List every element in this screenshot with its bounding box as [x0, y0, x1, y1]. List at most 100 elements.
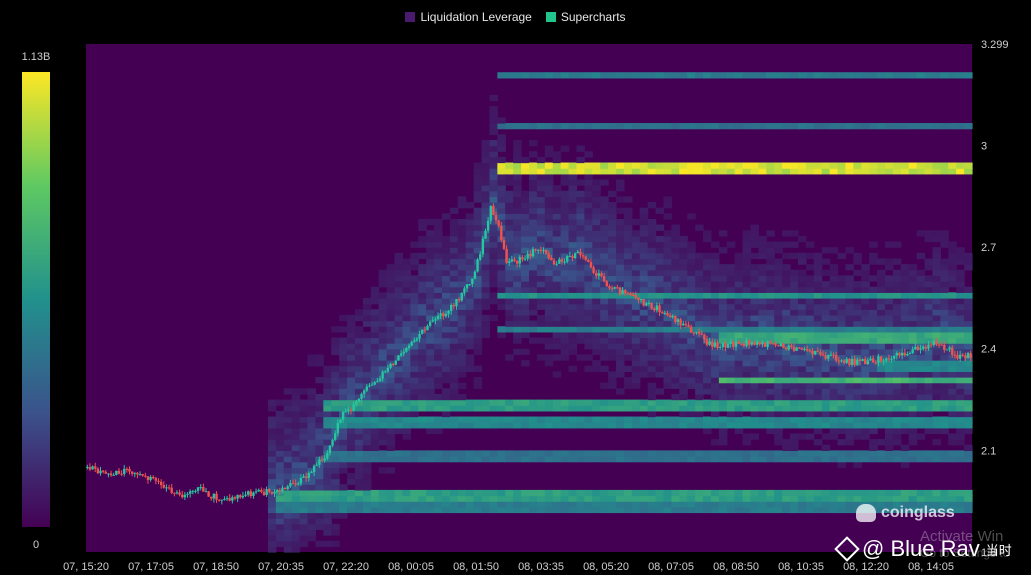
- heatmap-cell: [647, 123, 657, 130]
- heatmap-cell: [687, 162, 696, 169]
- heatmap-cell: [616, 230, 625, 237]
- heatmap-cell: [940, 489, 949, 497]
- heatmap-cell: [331, 388, 340, 395]
- heatmap-cell: [544, 202, 554, 209]
- legend-item-liquidation-leverage[interactable]: Liquidation Leverage: [405, 10, 532, 24]
- heatmap-cell: [703, 252, 712, 260]
- candle-body: [212, 493, 216, 499]
- heatmap-cell: [718, 360, 728, 367]
- heatmap-cell: [837, 348, 847, 356]
- heatmap-cell: [853, 303, 862, 310]
- heatmap-cell: [647, 405, 657, 412]
- heatmap-cell: [299, 450, 309, 457]
- heatmap-cell: [497, 252, 506, 260]
- heatmap-cell: [631, 489, 641, 497]
- heatmap-cell: [845, 281, 854, 288]
- heatmap-cell: [805, 489, 815, 497]
- candle-body: [869, 358, 872, 361]
- candle-body: [708, 341, 711, 345]
- heatmap-cell: [750, 495, 760, 502]
- candle-body: [700, 333, 703, 335]
- heatmap-cell: [797, 168, 807, 175]
- heatmap-cell: [505, 213, 514, 220]
- legend-item-supercharts[interactable]: Supercharts: [545, 10, 626, 24]
- candle-body: [550, 257, 553, 261]
- heatmap-cell: [805, 303, 815, 310]
- heatmap-cell: [544, 416, 554, 423]
- heatmap-cell: [671, 360, 680, 367]
- heatmap-cell: [671, 489, 680, 497]
- heatmap-cell: [884, 348, 894, 356]
- heatmap-cell: [362, 478, 372, 485]
- heatmap-cell: [441, 331, 451, 339]
- heatmap-cell: [782, 456, 791, 463]
- heatmap-cell: [655, 337, 665, 344]
- heatmap-cell: [734, 456, 744, 463]
- heatmap-cell: [544, 275, 554, 282]
- heatmap-cell: [362, 427, 372, 435]
- heatmap-cell: [457, 501, 467, 508]
- heatmap-cell: [592, 365, 601, 372]
- heatmap-cell: [703, 416, 712, 423]
- heatmap-cell: [608, 377, 617, 384]
- heatmap-cell: [347, 393, 356, 401]
- heatmap-cell: [695, 416, 704, 423]
- heatmap-cell: [410, 252, 419, 260]
- heatmap-cell: [339, 365, 348, 372]
- heatmap-cell: [782, 377, 791, 384]
- heatmap-cell: [568, 450, 578, 457]
- heatmap-cell: [869, 303, 878, 310]
- heatmap-cell: [616, 331, 625, 339]
- heatmap-cell: [790, 326, 799, 333]
- heatmap-cell: [861, 162, 870, 169]
- heatmap-cell: [869, 314, 878, 322]
- heatmap-cell: [307, 489, 317, 497]
- heatmap-cell: [584, 281, 593, 288]
- heatmap-cell: [608, 224, 617, 231]
- heatmap-cell: [529, 190, 538, 197]
- heatmap-cell: [536, 207, 546, 214]
- heatmap-cell: [418, 501, 427, 508]
- heatmap-cell: [647, 224, 657, 231]
- heatmap-cell: [536, 405, 546, 412]
- heatmap-cell: [267, 450, 277, 457]
- heatmap-cell: [797, 320, 807, 327]
- heatmap-cell: [924, 422, 934, 429]
- heatmap-cell: [434, 365, 443, 372]
- heatmap-cell: [386, 348, 396, 356]
- heatmap-cell: [552, 456, 562, 463]
- heatmap-cell: [489, 106, 498, 113]
- heatmap-cell: [774, 292, 783, 299]
- heatmap-cell: [884, 343, 894, 350]
- heatmap-cell: [616, 264, 625, 271]
- heatmap-cell: [386, 399, 396, 406]
- heatmap-cell: [948, 450, 957, 457]
- heatmap-cell: [449, 224, 459, 231]
- heatmap-cell: [465, 309, 475, 316]
- heatmap-cell: [742, 405, 752, 412]
- heatmap-cell: [853, 309, 862, 316]
- heatmap-cell: [837, 489, 847, 497]
- heatmap-cell: [948, 388, 957, 395]
- heatmap-cell: [552, 303, 562, 310]
- heatmap-cell: [616, 388, 625, 395]
- heatmap-cell: [291, 495, 301, 502]
- heatmap-cell: [758, 162, 767, 169]
- heatmap-cell: [481, 213, 491, 220]
- heatmap-cell: [267, 512, 277, 519]
- heatmap-cell: [299, 444, 309, 451]
- heatmap-cell: [394, 501, 404, 508]
- heatmap-cell: [916, 303, 926, 310]
- x-tick-label: 08, 14:05: [908, 561, 954, 573]
- heatmap-cell: [655, 72, 665, 79]
- heatmap-cell: [568, 230, 578, 237]
- candle-body: [697, 332, 701, 334]
- heatmap-cell: [283, 501, 293, 508]
- heatmap-cell: [576, 326, 585, 333]
- heatmap-cell: [544, 314, 554, 322]
- heatmap-cell: [861, 456, 870, 463]
- candle-body: [784, 347, 788, 350]
- heatmap-cell: [639, 269, 649, 277]
- heatmap-cell: [283, 388, 293, 395]
- heatmap-cell: [663, 416, 672, 423]
